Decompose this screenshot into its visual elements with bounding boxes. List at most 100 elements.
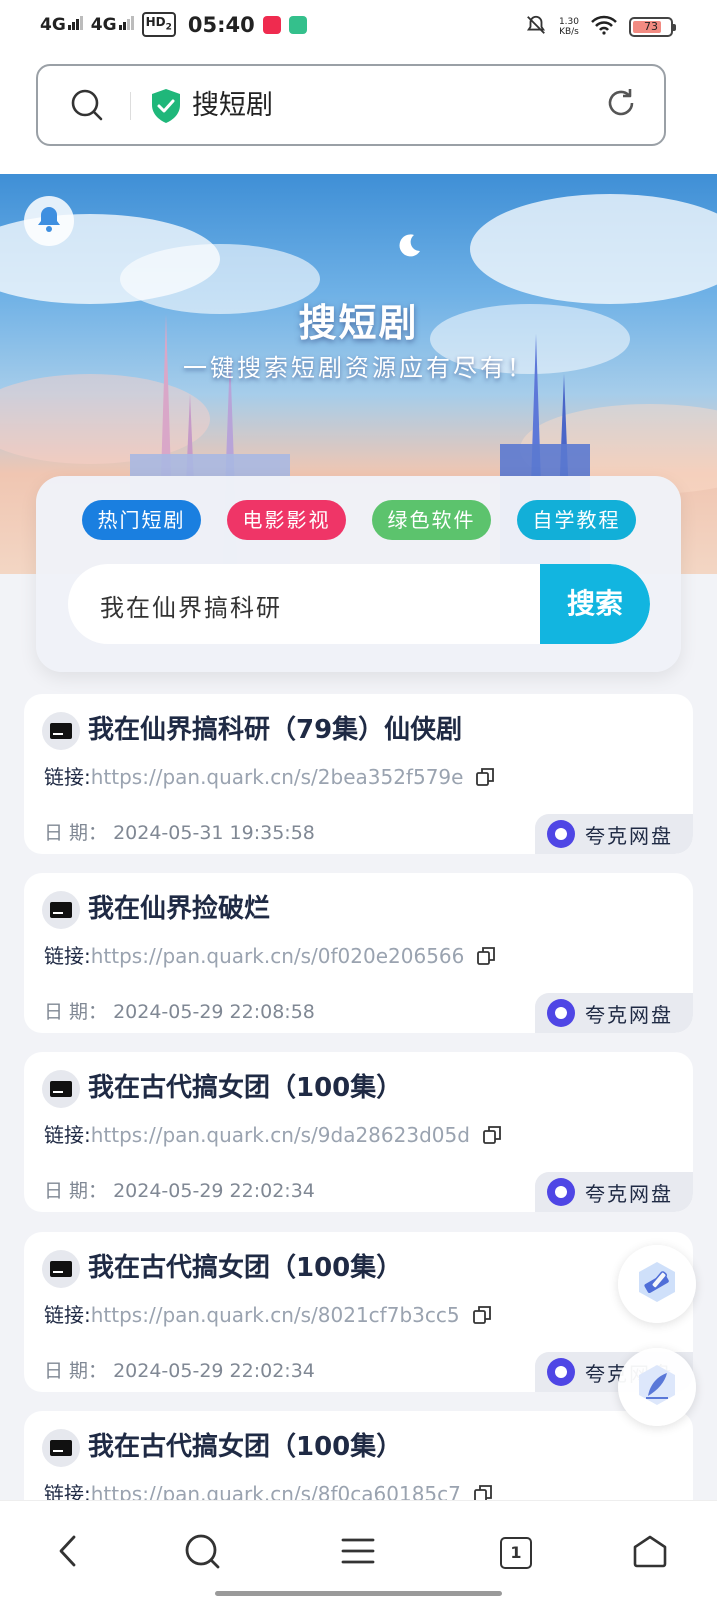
result-url[interactable]: https://pan.quark.cn/s/0f020e206566 — [91, 941, 465, 971]
cloud-decoration — [0, 374, 210, 464]
browser-toolbar: 搜短剧 — [0, 56, 717, 174]
bell-icon — [34, 204, 64, 238]
result-title[interactable]: 我在仙界捡破烂 — [88, 889, 270, 929]
wifi-icon — [591, 15, 617, 39]
reload-icon[interactable] — [604, 86, 638, 124]
quark-icon — [547, 999, 575, 1027]
result-url[interactable]: https://pan.quark.cn/s/2bea352f579e — [91, 762, 464, 792]
gesture-bar[interactable] — [215, 1591, 502, 1596]
video-icon — [42, 891, 80, 929]
result-url[interactable]: https://pan.quark.cn/s/8021cf7b3cc5 — [91, 1300, 460, 1330]
source-badge: 夸克网盘 — [535, 1172, 693, 1212]
tag-tutorials[interactable]: 自学教程 — [517, 500, 636, 540]
address-divider — [130, 92, 131, 120]
banner-subtitle: 一键搜索短剧资源应有尽有！ — [183, 354, 534, 382]
net-speed-unit: KB/s — [559, 27, 579, 37]
battery-icon: 73 — [629, 17, 676, 37]
source-badge: 夸克网盘 — [535, 814, 693, 854]
result-card[interactable]: 我在古代搞女团（100集） 链接: https://pan.quark.cn/s/… — [24, 1052, 693, 1212]
mute-bell-icon — [525, 14, 547, 40]
copy-icon[interactable] — [482, 1125, 502, 1145]
net-speed-value: 1.30 — [558, 17, 579, 27]
quark-icon — [547, 1358, 575, 1386]
moon-icon — [396, 232, 422, 262]
result-title[interactable]: 我在古代搞女团（100集） — [88, 1068, 402, 1108]
tag-software[interactable]: 绿色软件 — [372, 500, 491, 540]
network-2: 4G — [91, 14, 134, 35]
result-date: 日 期： 2024-05-29 22:02:34 — [44, 1180, 315, 1202]
search-icon — [183, 1532, 221, 1574]
copy-icon[interactable] — [472, 1305, 492, 1325]
floating-edit-button[interactable] — [618, 1348, 696, 1426]
result-link: 链接: https://pan.quark.cn/s/2bea352f579e — [44, 762, 495, 792]
notification-bell-button[interactable] — [24, 196, 74, 246]
source-label: 夸克网盘 — [585, 823, 673, 848]
status-right: 1.30 KB/s 73 — [525, 14, 676, 40]
result-link: 链接: https://pan.quark.cn/s/0f020e206566 — [44, 941, 496, 971]
signal-icon — [118, 14, 134, 31]
search-nav-button[interactable] — [180, 1531, 224, 1575]
video-icon — [42, 1070, 80, 1108]
link-label: 链接: — [44, 1123, 91, 1147]
home-icon — [632, 1534, 668, 1572]
back-button[interactable] — [46, 1531, 90, 1575]
tab-count: 1 — [500, 1537, 532, 1569]
copy-icon[interactable] — [476, 946, 496, 966]
quark-icon — [547, 820, 575, 848]
result-card[interactable]: 我在仙界捡破烂 链接: https://pan.quark.cn/s/0f020e… — [24, 873, 693, 1033]
tag-movies[interactable]: 电影影视 — [227, 500, 346, 540]
clock: 05:40 — [187, 12, 255, 37]
result-link: 链接: https://pan.quark.cn/s/9da28623d05d — [44, 1120, 502, 1150]
result-url[interactable]: https://pan.quark.cn/s/9da28623d05d — [91, 1120, 470, 1150]
app-notification-icon — [288, 15, 307, 34]
search-input[interactable] — [98, 564, 522, 644]
hd-icon: HD2 — [141, 12, 176, 38]
link-label: 链接: — [44, 1303, 91, 1327]
result-title[interactable]: 我在仙界搞科研（79集）仙侠剧 — [88, 710, 462, 750]
banner-title: 搜短剧 — [298, 301, 419, 345]
search-card: 热门短剧 电影影视 绿色软件 自学教程 搜索 — [36, 476, 681, 672]
result-title[interactable]: 我在古代搞女团（100集） — [88, 1248, 402, 1288]
link-label: 链接: — [44, 765, 91, 789]
search-button[interactable]: 搜索 — [540, 564, 650, 644]
chevron-left-icon — [56, 1534, 80, 1572]
browser-bottom-nav: 1 — [0, 1500, 717, 1601]
result-title[interactable]: 我在古代搞女团（100集） — [88, 1427, 402, 1467]
result-date: 日 期： 2024-05-29 22:08:58 — [44, 1001, 315, 1023]
result-card[interactable]: 我在古代搞女团（100集） 链接: https://pan.quark.cn/s/… — [24, 1232, 693, 1392]
floating-tools-button[interactable] — [618, 1245, 696, 1323]
status-bar: 4G 4G HD2 05:40 1.30 KB/s 73 — [0, 0, 717, 56]
source-label: 夸克网盘 — [585, 1002, 673, 1027]
link-label: 链接: — [44, 944, 91, 968]
net-speed: 1.30 KB/s — [559, 17, 579, 37]
network-2-label: 4G — [90, 15, 117, 36]
result-card[interactable]: 我在仙界搞科研（79集）仙侠剧 链接: https://pan.quark.cn/… — [24, 694, 693, 854]
cloud-decoration — [470, 194, 717, 304]
source-badge: 夸克网盘 — [535, 993, 693, 1033]
result-date: 日 期： 2024-05-31 19:35:58 — [44, 822, 315, 844]
app-notification-icon — [262, 15, 281, 34]
ruler-pencil-icon — [634, 1259, 680, 1309]
menu-icon — [341, 1537, 375, 1569]
search-box: 搜索 — [68, 564, 650, 644]
video-icon — [42, 1250, 80, 1288]
video-icon — [42, 1429, 80, 1467]
menu-button[interactable] — [336, 1531, 380, 1575]
page-title[interactable]: 搜短剧 — [192, 86, 273, 126]
result-link: 链接: https://pan.quark.cn/s/8021cf7b3cc5 — [44, 1300, 492, 1330]
network-1: 4G — [40, 14, 83, 35]
search-icon[interactable] — [70, 88, 104, 126]
home-button[interactable] — [628, 1531, 672, 1575]
hd-label: HD — [145, 15, 166, 29]
video-icon — [42, 712, 80, 750]
secure-shield-icon — [150, 88, 182, 128]
signal-icon — [67, 14, 83, 31]
address-bar[interactable]: 搜短剧 — [36, 64, 666, 146]
tag-hot-drama[interactable]: 热门短剧 — [82, 500, 201, 540]
tabs-button[interactable]: 1 — [494, 1531, 538, 1575]
status-left: 4G 4G HD2 05:40 — [40, 12, 307, 38]
quill-pen-icon — [634, 1362, 680, 1412]
battery-level: 73 — [644, 20, 658, 33]
source-label: 夸克网盘 — [585, 1181, 673, 1206]
copy-icon[interactable] — [475, 767, 495, 787]
